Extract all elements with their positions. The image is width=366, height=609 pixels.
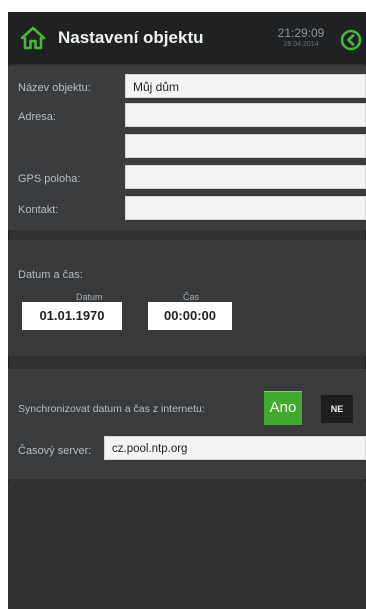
gps-field[interactable] (125, 165, 366, 189)
time-value-box[interactable]: 00:00:00 (148, 302, 232, 330)
address-label: Adresa: (18, 111, 56, 123)
sync-section (8, 369, 366, 479)
time-server-label: Časový server: (18, 445, 92, 457)
time-server-field[interactable]: cz.pool.ntp.org (104, 436, 366, 460)
sync-no-button[interactable]: NE (321, 395, 353, 423)
home-icon[interactable] (20, 25, 46, 51)
page-title: Nastavení objektu (58, 28, 204, 47)
contact-field[interactable] (125, 196, 366, 220)
datetime-label: Datum a čas: (18, 269, 83, 281)
address-field-line2[interactable] (125, 134, 366, 158)
gps-label: GPS poloha: (18, 173, 81, 185)
date-value-box[interactable]: 01.01.1970 (22, 302, 122, 330)
object-name-label: Název objektu: (18, 82, 91, 94)
clock-date: 28.04.2014 (283, 41, 319, 48)
clock-time: 21:29:09 (277, 26, 325, 40)
screen: Nastavení objektu 21:29:09 28.04.2014 Ná… (8, 12, 366, 609)
date-label: Datum (76, 292, 103, 302)
sync-yes-button[interactable]: Ano (264, 391, 302, 425)
time-label: Čas (183, 292, 200, 302)
contact-label: Kontakt: (18, 204, 59, 216)
empty-area (8, 482, 366, 609)
clock: 21:29:09 28.04.2014 (274, 27, 328, 49)
address-field-line1[interactable] (125, 103, 366, 127)
sync-label: Synchronizovat datum a čas z internetu: (18, 403, 205, 415)
back-circle-icon[interactable] (340, 29, 362, 51)
header-bar: Nastavení objektu 21:29:09 28.04.2014 (8, 12, 366, 64)
object-name-field[interactable]: Můj dům (125, 74, 366, 98)
